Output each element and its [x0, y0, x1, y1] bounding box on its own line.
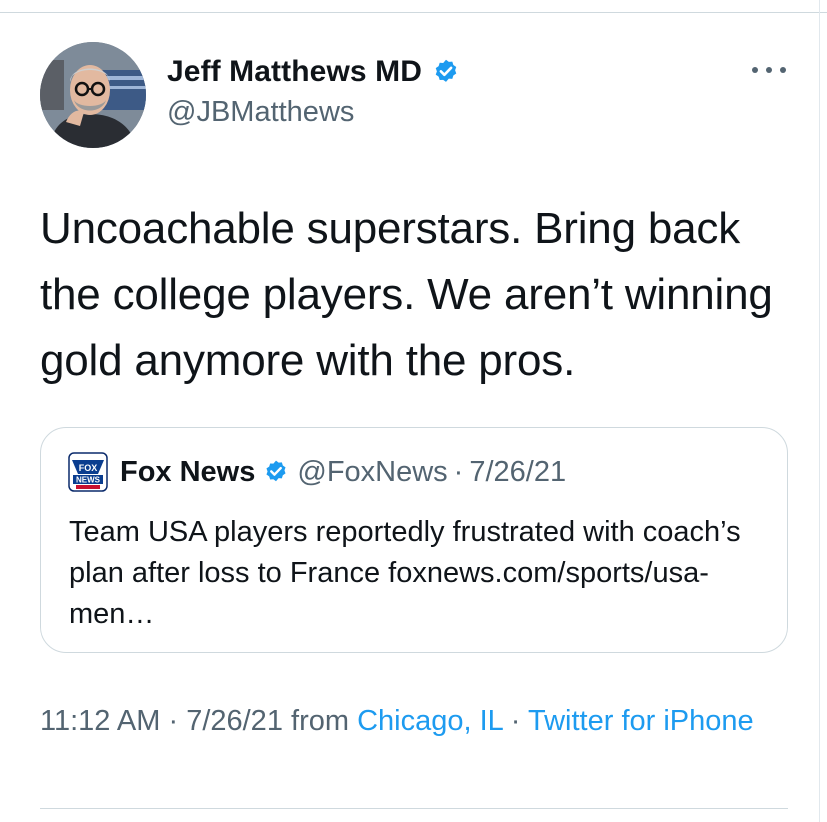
avatar[interactable]	[40, 42, 146, 148]
tweet-metadata: 11:12 AM · 7/26/21 from Chicago, IL · Tw…	[40, 700, 780, 743]
quoted-tweet-text: Team USA players reportedly frustrated w…	[69, 516, 741, 630]
author-name-row[interactable]: Jeff Matthews MD	[167, 52, 460, 92]
ellipsis-icon-dot	[766, 67, 772, 73]
tweet-text: Uncoachable superstars. Bring back the c…	[40, 204, 773, 385]
profile-photo-icon	[40, 42, 146, 148]
author-display-name[interactable]: Jeff Matthews MD	[167, 55, 422, 89]
author-handle[interactable]: @JBMatthews	[167, 96, 354, 129]
svg-text:NEWS: NEWS	[76, 476, 101, 485]
ellipsis-icon-dot	[780, 67, 786, 73]
location-link[interactable]: Chicago, IL	[357, 705, 503, 737]
right-edge-divider	[819, 0, 820, 822]
top-divider	[0, 12, 827, 13]
bottom-divider	[40, 808, 788, 809]
from-label: from	[291, 705, 350, 737]
meta-separator: ·	[510, 705, 521, 737]
quoted-date[interactable]: 7/26/21	[469, 456, 566, 489]
meta-separator: ·	[168, 705, 179, 737]
quoted-tweet-card[interactable]: FOX NEWS Fox News @FoxNews · 7/26/21 Tea…	[40, 427, 788, 653]
svg-text:FOX: FOX	[79, 463, 98, 473]
tweet-time[interactable]: 11:12 AM	[40, 705, 160, 737]
quoted-tweet-header: FOX NEWS Fox News @FoxNews · 7/26/21	[68, 452, 566, 492]
ellipsis-icon-dot	[752, 67, 758, 73]
tweet-date[interactable]: 7/26/21	[186, 705, 283, 737]
quoted-handle[interactable]: @FoxNews	[297, 456, 447, 489]
source-link[interactable]: Twitter for iPhone	[528, 705, 754, 737]
more-options-button[interactable]	[752, 60, 786, 80]
quoted-separator: ·	[453, 455, 464, 488]
verified-badge-icon	[266, 460, 286, 482]
verified-badge-icon	[435, 59, 457, 82]
quoted-display-name[interactable]: Fox News	[120, 456, 255, 489]
fox-news-logo-icon: FOX NEWS	[68, 452, 108, 492]
